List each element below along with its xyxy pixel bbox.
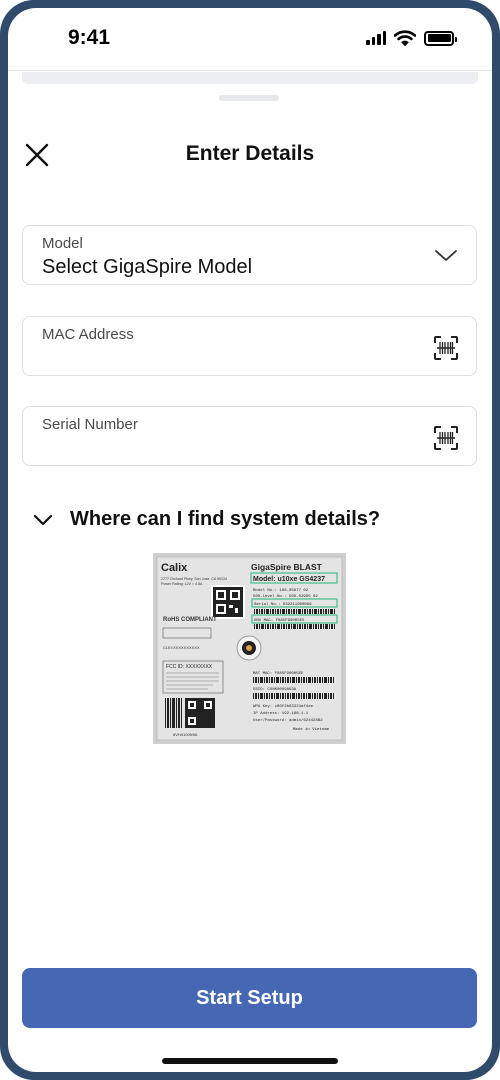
- svg-text:WPA Key: c80f2b83324af4ee: WPA Key: c80f2b83324af4ee: [253, 704, 314, 709]
- status-time: 9:41: [68, 26, 111, 49]
- svg-text:Model: u10xe GS4237: Model: u10xe GS4237: [253, 576, 325, 583]
- status-icons: [366, 30, 457, 46]
- svg-text:Made in Vietnam: Made in Vietnam: [293, 727, 330, 732]
- chevron-down-icon: [435, 250, 457, 261]
- home-indicator: [162, 1058, 338, 1064]
- product-name: GigaSpire BLAST: [251, 562, 323, 572]
- mac-address-field[interactable]: MAC Address: [22, 316, 477, 376]
- model-select[interactable]: Model Select GigaSpire Model: [22, 225, 477, 285]
- svg-text:Serial No.: 032211000096: Serial No.: 032211000096: [254, 602, 312, 607]
- svg-text:RoHS COMPLIANT: RoHS COMPLIANT: [163, 617, 217, 623]
- svg-text:SSID: CXNK0009863A: SSID: CXNK0009863A: [253, 688, 297, 692]
- svg-text:CLEI:XXXXXXXXXX: CLEI:XXXXXXXXXX: [163, 645, 200, 650]
- mac-address-label: MAC Address: [42, 326, 134, 343]
- sheet-grabber[interactable]: [219, 95, 279, 101]
- svg-text:2777 Orchard Pkwy, San Jose, C: 2777 Orchard Pkwy, San Jose, CA 95134: [161, 577, 227, 581]
- header-divider: [8, 70, 492, 71]
- calix-logo: Calix: [161, 562, 188, 574]
- svg-text:ONU MAC: F885F90005E5: ONU MAC: F885F90005E5: [254, 619, 305, 623]
- svg-text:8VH4100N9A: 8VH4100N9A: [173, 732, 198, 737]
- device-label-image: Calix GigaSpire BLAST Model: u10xe GS423…: [153, 553, 346, 744]
- serial-number-input[interactable]: [41, 437, 421, 461]
- start-setup-button[interactable]: Start Setup: [22, 968, 477, 1028]
- svg-text:Model No.: 100-05877 02: Model No.: 100-05877 02: [253, 588, 309, 593]
- barcode-scan-icon[interactable]: [433, 335, 459, 361]
- model-value: Select GigaSpire Model: [42, 256, 253, 278]
- screen: 9:41 Enter Details Model Select GigaSpir…: [8, 8, 492, 1072]
- system-details-help-toggle[interactable]: Where can I find system details?: [32, 508, 380, 531]
- model-label: Model: [42, 235, 83, 252]
- cellular-signal-icon: [366, 31, 386, 45]
- page-title: Enter Details: [185, 142, 315, 165]
- svg-text:User/Password: admin/624428B2: User/Password: admin/624428B2: [253, 718, 323, 723]
- chevron-down-icon: [33, 514, 53, 525]
- svg-text:500-Level No.: 500-02995 02: 500-Level No.: 500-02995 02: [253, 594, 318, 599]
- wifi-icon: [394, 30, 416, 46]
- svg-text:MAT MAC: F885F90005EE: MAT MAC: F885F90005EE: [253, 672, 304, 676]
- mac-address-input[interactable]: [41, 347, 421, 371]
- battery-icon: [424, 30, 457, 46]
- svg-text:IP Address: 192.168.1.1: IP Address: 192.168.1.1: [253, 711, 309, 716]
- serial-number-label: Serial Number: [42, 416, 138, 433]
- barcode-scan-icon[interactable]: [433, 425, 459, 451]
- svg-text:Power Rating: 12V = 4.5A: Power Rating: 12V = 4.5A: [161, 582, 203, 586]
- svg-text:FCC ID: XXXXXXXX: FCC ID: XXXXXXXX: [166, 664, 213, 670]
- help-text: Where can I find system details?: [70, 508, 381, 530]
- background-sheet-edge: [22, 72, 478, 84]
- device-frame: 9:41 Enter Details Model Select GigaSpir…: [0, 0, 500, 1080]
- serial-number-field[interactable]: Serial Number: [22, 406, 477, 466]
